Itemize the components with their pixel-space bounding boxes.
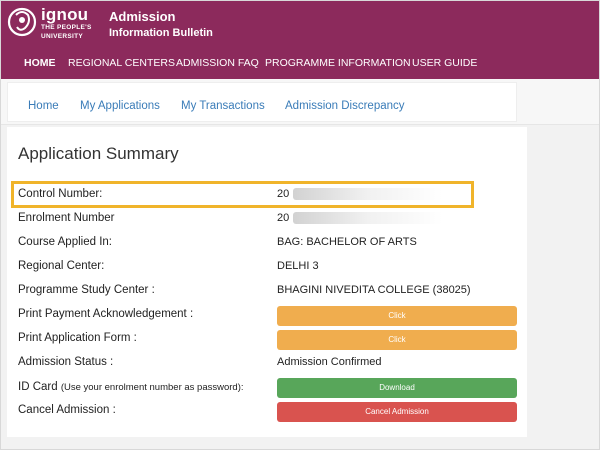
control-number-value: 20 bbox=[277, 188, 444, 201]
logo-subtitle-1: THE PEOPLE'S bbox=[41, 24, 92, 31]
status-label: Admission Status : bbox=[18, 356, 114, 368]
course-label: Course Applied In: bbox=[18, 236, 112, 248]
print-ack-label: Print Payment Acknowledgement : bbox=[18, 308, 194, 320]
nav-home[interactable]: HOME bbox=[24, 57, 56, 69]
nav-regional-centers[interactable]: REGIONAL CENTERS bbox=[68, 57, 175, 69]
ignou-logo-text: ignou THE PEOPLE'S UNIVERSITY bbox=[41, 6, 92, 40]
subnav-home[interactable]: Home bbox=[28, 100, 59, 112]
control-number-label: Control Number: bbox=[18, 188, 103, 200]
study-center-label: Programme Study Center : bbox=[18, 284, 155, 296]
page-title: Application Summary bbox=[18, 144, 179, 163]
sub-nav: Home My Applications My Transactions Adm… bbox=[1, 79, 599, 125]
status-value: Admission Confirmed bbox=[277, 356, 382, 368]
nav-programme-information[interactable]: PROGRAMME INFORMATION bbox=[265, 57, 411, 69]
course-value: BAG: BACHELOR OF ARTS bbox=[277, 236, 417, 248]
cancel-admission-button[interactable]: Cancel Admission bbox=[277, 402, 517, 422]
subnav-my-transactions[interactable]: My Transactions bbox=[181, 100, 265, 112]
ignou-logo-icon bbox=[7, 7, 37, 37]
idcard-note: (Use your enrolment number as password): bbox=[60, 382, 244, 393]
idcard-label: ID Card (Use your enrolment number as pa… bbox=[18, 381, 244, 393]
print-form-button[interactable]: Click bbox=[277, 330, 517, 350]
control-number-text: 20 bbox=[277, 188, 290, 200]
regional-center-label: Regional Center: bbox=[18, 260, 105, 272]
site-title-line2: Information Bulletin bbox=[109, 27, 213, 39]
site-header: ignou THE PEOPLE'S UNIVERSITY Admission … bbox=[1, 1, 599, 49]
regional-center-value: DELHI 3 bbox=[277, 260, 319, 272]
logo-name: ignou bbox=[41, 5, 89, 24]
right-margin bbox=[527, 125, 599, 449]
print-form-label: Print Application Form : bbox=[18, 332, 137, 344]
download-button[interactable]: Download bbox=[277, 378, 517, 398]
nav-admission-faq[interactable]: ADMISSION FAQ bbox=[176, 57, 259, 69]
page-frame: ignou THE PEOPLE'S UNIVERSITY Admission … bbox=[0, 0, 600, 450]
site-title: Admission Information Bulletin bbox=[109, 9, 213, 39]
enrolment-label: Enrolment Number bbox=[18, 212, 115, 224]
redacted-blur bbox=[293, 212, 444, 225]
sub-nav-bar: Home My Applications My Transactions Adm… bbox=[7, 82, 517, 122]
redacted-blur bbox=[293, 188, 444, 201]
cancel-label: Cancel Admission : bbox=[18, 404, 116, 416]
subnav-admission-discrepancy[interactable]: Admission Discrepancy bbox=[285, 100, 405, 112]
print-ack-button[interactable]: Click bbox=[277, 306, 517, 326]
idcard-label-text: ID Card bbox=[18, 381, 58, 393]
nav-user-guide[interactable]: USER GUIDE bbox=[412, 57, 477, 69]
enrolment-text: 20 bbox=[277, 212, 290, 224]
enrolment-value: 20 bbox=[277, 212, 444, 225]
subnav-my-applications[interactable]: My Applications bbox=[80, 100, 160, 112]
logo-subtitle-2: UNIVERSITY bbox=[41, 32, 84, 40]
study-center-value: BHAGINI NIVEDITA COLLEGE (38025) bbox=[277, 284, 471, 296]
main-nav: HOME REGIONAL CENTERS ADMISSION FAQ PROG… bbox=[1, 49, 599, 79]
site-title-line1: Admission bbox=[109, 9, 176, 24]
